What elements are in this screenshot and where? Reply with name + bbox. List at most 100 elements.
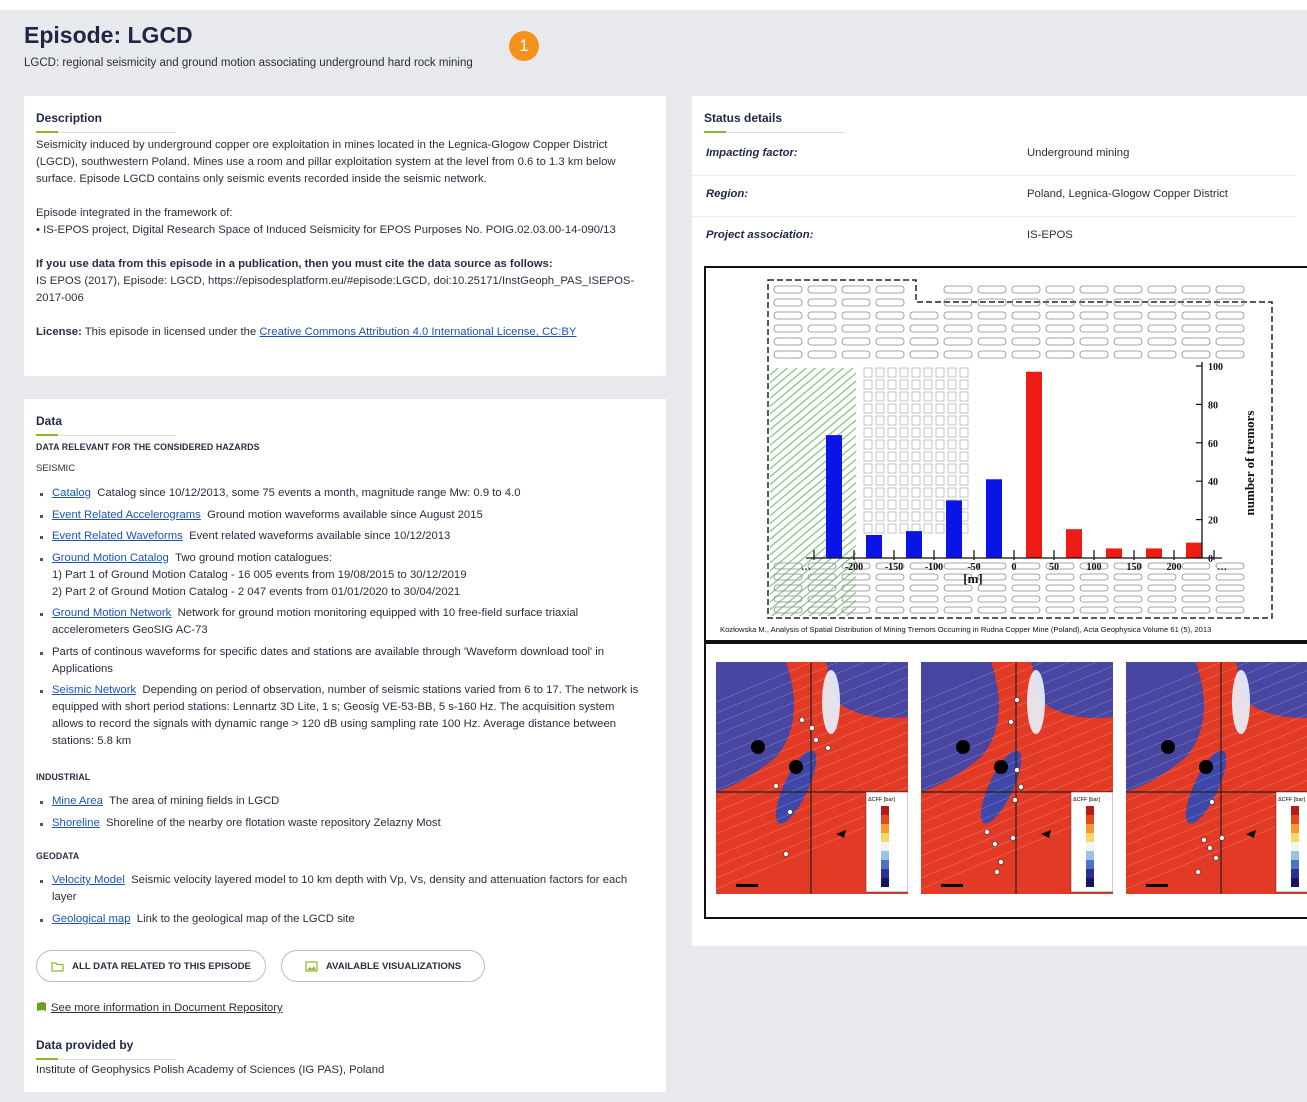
- mine-room: [1215, 584, 1245, 592]
- mine-pillar: [899, 367, 909, 378]
- title-underline: [36, 1058, 176, 1060]
- mine-room: [1011, 595, 1041, 603]
- mine-room: [1113, 285, 1143, 294]
- document-repository-link[interactable]: See more information in Document Reposit…: [51, 1002, 283, 1014]
- mine-pillar: [863, 367, 873, 378]
- license-link[interactable]: Creative Commons Attribution 4.0 Interna…: [259, 326, 576, 338]
- mine-room: [841, 324, 871, 333]
- mine-area-link[interactable]: Mine Area: [52, 795, 103, 807]
- cff-map-panel: ΔCFF [bar]: [1125, 626, 1307, 894]
- mine-room: [875, 285, 905, 294]
- mine-room: [1011, 573, 1041, 581]
- mine-pillar: [899, 439, 909, 450]
- mine-pillar: [911, 475, 921, 486]
- mine-room: [1147, 573, 1177, 581]
- mine-pillar: [899, 379, 909, 390]
- mine-pillar: [959, 463, 969, 474]
- mine-pillar: [887, 415, 897, 426]
- mine-pillar: [935, 499, 945, 510]
- chart-bars: [826, 371, 1202, 558]
- mine-room: [841, 350, 871, 359]
- mine-room: [1215, 324, 1245, 333]
- mine-room: [1113, 324, 1143, 333]
- mine-pillar: [899, 403, 909, 414]
- mine-pillar: [875, 451, 885, 462]
- mine-room: [1147, 311, 1177, 320]
- hatched-area: [770, 368, 856, 616]
- visualizations-label: AVAILABLE VISUALIZATIONS: [325, 960, 462, 972]
- mine-room: [1079, 285, 1109, 294]
- status-label: Project association:: [706, 229, 814, 241]
- mine-room: [773, 337, 803, 346]
- ground-motion-network-link[interactable]: Ground Motion Network: [52, 607, 171, 619]
- x-tick-label: -150: [885, 562, 903, 573]
- mine-room: [875, 573, 905, 581]
- mine-pillar: [935, 379, 945, 390]
- mine-room: [875, 350, 905, 359]
- image-icon: [305, 960, 318, 972]
- top-strip: [0, 0, 1307, 10]
- mine-room: [807, 337, 837, 346]
- bar: [826, 435, 842, 558]
- mine-pillar: [863, 499, 873, 510]
- velocity-model-link[interactable]: Velocity Model: [52, 874, 125, 886]
- mine-pillar: [887, 475, 897, 486]
- ground-motion-catalog-link[interactable]: Ground Motion Catalog: [52, 552, 169, 564]
- mine-pillar: [887, 427, 897, 438]
- mine-room: [841, 311, 871, 320]
- mine-pillar: [911, 367, 921, 378]
- folder-icon: [51, 961, 64, 972]
- cff-white-lobe: [1027, 670, 1045, 734]
- event-marker: [1213, 855, 1219, 861]
- mine-pillar: [923, 415, 933, 426]
- mine-room: [1181, 350, 1211, 359]
- mine-room: [909, 595, 939, 603]
- main-event-marker: [789, 760, 803, 774]
- tremor-histogram-figure: … -200 -150 -100 -50 0 50 100 150 200… 0 20 40 60 80 10…: [704, 266, 1307, 642]
- seismic-network-link[interactable]: Seismic Network: [52, 684, 136, 696]
- geological-map-link[interactable]: Geological map: [52, 913, 131, 925]
- mine-room: [1181, 324, 1211, 333]
- mine-room: [841, 298, 871, 307]
- cff-color-step: [1291, 824, 1299, 833]
- bar: [1146, 548, 1162, 558]
- list-item: Ground Motion Network Network for ground…: [36, 605, 648, 639]
- event-marker: [799, 717, 805, 723]
- mine-pillar: [887, 523, 897, 534]
- event-accelerograms-link[interactable]: Event Related Accelerograms: [52, 509, 201, 521]
- mine-pillar: [947, 463, 957, 474]
- mine-pillar: [935, 487, 945, 498]
- cff-maps-figure: ΔCFF [bar] ΔCFF [bar] ΔCFF [bar]: [704, 621, 1307, 919]
- shoreline-link[interactable]: Shoreline: [52, 817, 100, 829]
- y-tick-label: 60: [1208, 439, 1218, 450]
- mine-pillar: [875, 391, 885, 402]
- all-data-button[interactable]: ALL DATA RELATED TO THIS EPISODE: [36, 950, 266, 982]
- chart-axes: … -200 -150 -100 -50 0 50 100 150 200 …02040608010…: [801, 362, 1227, 573]
- mine-pillar: [935, 427, 945, 438]
- status-label: Impacting factor:: [706, 147, 798, 159]
- item-desc: The area of mining fields in LGCD: [109, 795, 280, 807]
- mine-room: [1011, 324, 1041, 333]
- mine-pillar: [887, 367, 897, 378]
- mine-room: [773, 324, 803, 333]
- main-event-marker: [751, 740, 765, 754]
- item-desc: Shoreline of the nearby ore flotation wa…: [106, 816, 441, 829]
- mine-pillar: [959, 379, 969, 390]
- mine-room: [1181, 573, 1211, 581]
- event-waveforms-link[interactable]: Event Related Waveforms: [52, 530, 183, 542]
- cff-color-step: [1086, 815, 1094, 824]
- mine-pillar: [887, 439, 897, 450]
- mine-room: [807, 324, 837, 333]
- industrial-list: Mine Area The area of mining fields in L…: [36, 793, 648, 836]
- available-visualizations-button[interactable]: AVAILABLE VISUALIZATIONS: [281, 950, 485, 982]
- x-tick-label: 50: [1049, 562, 1059, 573]
- document-repository-row[interactable]: See more information in Document Reposit…: [36, 1000, 283, 1017]
- catalog-link[interactable]: Catalog: [52, 487, 91, 499]
- cff-white-lobe: [822, 670, 840, 734]
- seismic-list: Catalog Catalog since 10/12/2013, some 7…: [36, 485, 648, 755]
- mine-pillar: [887, 451, 897, 462]
- event-marker: [1018, 784, 1024, 790]
- mine-room: [807, 285, 837, 294]
- license-label: License:: [36, 326, 82, 338]
- status-label: Region:: [706, 188, 749, 200]
